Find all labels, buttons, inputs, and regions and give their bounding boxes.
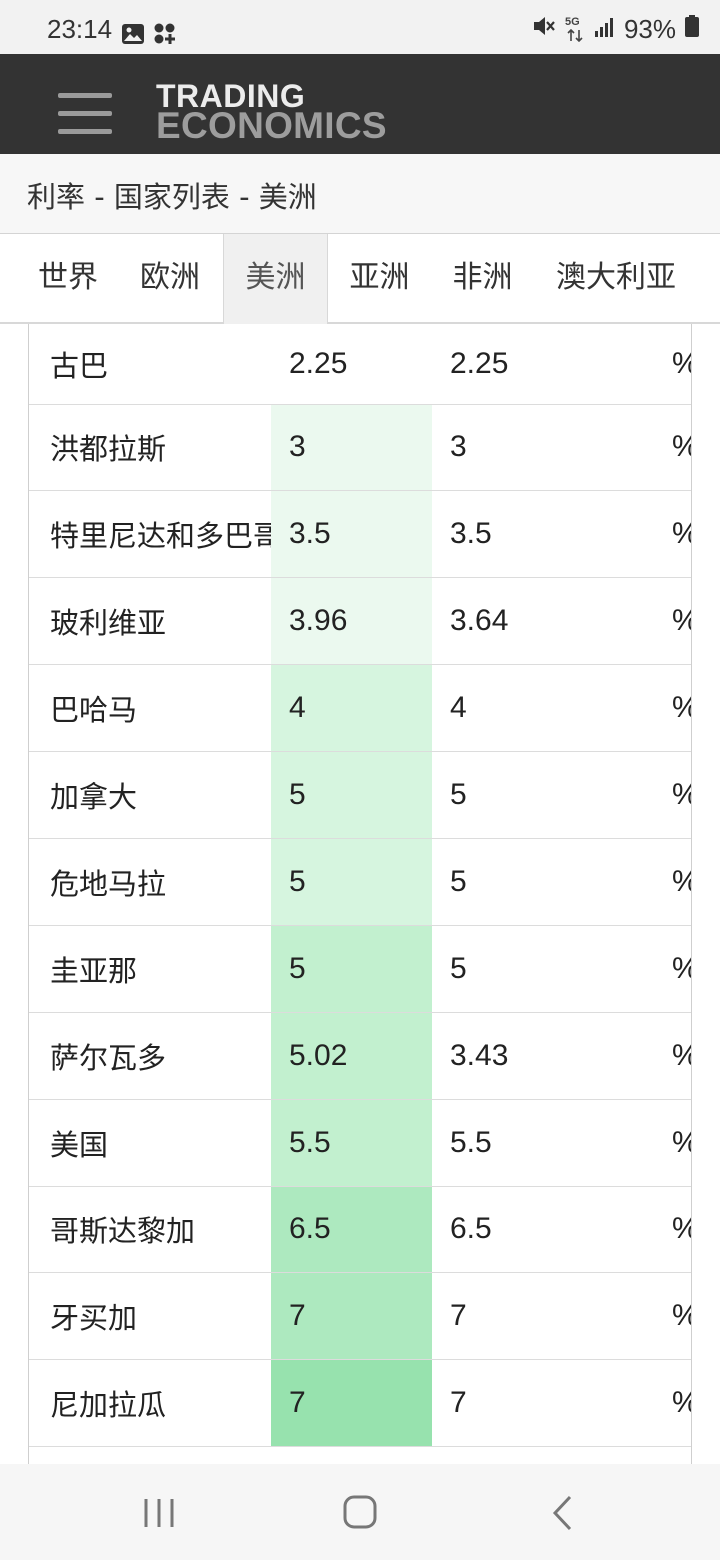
- last-value-cell: 3: [271, 404, 432, 492]
- table-row[interactable]: 哥斯达黎加6.56.5%: [29, 1186, 691, 1274]
- unit-cell: %: [592, 925, 691, 1013]
- table-row[interactable]: 特里尼达和多巴哥3.53.5%: [29, 490, 691, 579]
- logo-line-2: ECONOMICS: [156, 105, 387, 146]
- table-row[interactable]: 牙买加77%: [29, 1272, 691, 1361]
- previous-value-cell: 3: [432, 404, 592, 492]
- battery-level: 93%: [623, 14, 676, 44]
- last-value-cell: 3.5: [271, 490, 432, 579]
- country-cell[interactable]: 危地马拉: [29, 838, 271, 926]
- status-bar: 23:14 5G 93%: [0, 0, 720, 54]
- status-time: 23:14: [47, 14, 113, 44]
- mute-icon: [532, 14, 556, 45]
- previous-value-cell: 3.5: [432, 490, 592, 579]
- last-value-cell: 4: [271, 664, 432, 753]
- tab-world[interactable]: 世界: [20, 234, 116, 324]
- tab-europe[interactable]: 欧洲: [122, 234, 218, 324]
- country-cell[interactable]: 巴哈马: [29, 664, 271, 753]
- tab-americas[interactable]: 美洲: [223, 234, 328, 324]
- app-notification-icon: [153, 22, 177, 50]
- country-cell[interactable]: 哥斯达黎加: [29, 1186, 271, 1274]
- previous-value-cell: 5.5: [432, 1099, 592, 1187]
- table-row[interactable]: 萨尔瓦多5.023.43%: [29, 1012, 691, 1100]
- last-value-cell: 7: [271, 1359, 432, 1448]
- unit-cell: %: [592, 751, 691, 839]
- interest-rate-table: 古巴2.252.25%洪都拉斯33%特里尼达和多巴哥3.53.5%玻利维亚3.9…: [28, 324, 692, 1464]
- unit-cell: %: [592, 490, 691, 579]
- recent-apps-icon[interactable]: [142, 1498, 176, 1532]
- breadcrumb: 利率 - 国家列表 - 美洲: [0, 154, 720, 234]
- site-header: TRADING ECONOMICS: [0, 54, 720, 154]
- system-nav-bar: [0, 1464, 720, 1560]
- previous-value-cell: 2.25: [432, 324, 592, 405]
- country-cell[interactable]: 玻利维亚: [29, 577, 271, 666]
- country-cell[interactable]: 加拿大: [29, 751, 271, 839]
- country-cell[interactable]: 尼加拉瓜: [29, 1359, 271, 1448]
- menu-icon[interactable]: [58, 93, 112, 135]
- table-row[interactable]: 危地马拉55%: [29, 838, 691, 926]
- previous-value-cell: 5: [432, 925, 592, 1013]
- unit-cell: %: [592, 1186, 691, 1274]
- table-row[interactable]: 加拿大55%: [29, 751, 691, 839]
- trading-economics-logo[interactable]: TRADING ECONOMICS: [156, 80, 387, 146]
- last-value-cell: 7: [271, 1272, 432, 1361]
- last-value-cell: 5.02: [271, 1012, 432, 1100]
- last-value-cell: 5.5: [271, 1099, 432, 1187]
- previous-value-cell: 5: [432, 838, 592, 926]
- table-row[interactable]: 洪都拉斯33%: [29, 404, 691, 492]
- previous-value-cell: 6.5: [432, 1186, 592, 1274]
- battery-icon: [684, 14, 700, 45]
- gallery-icon: [121, 23, 145, 49]
- last-value-cell: 6.5: [271, 1186, 432, 1274]
- last-value-cell: 5: [271, 751, 432, 839]
- tab-africa[interactable]: 非洲: [436, 234, 529, 324]
- unit-cell: %: [592, 1012, 691, 1100]
- country-cell[interactable]: 萨尔瓦多: [29, 1012, 271, 1100]
- previous-value-cell: 4: [432, 664, 592, 753]
- previous-value-cell: 3.43: [432, 1012, 592, 1100]
- page-title: 利率 - 国家列表 - 美洲: [27, 180, 317, 214]
- previous-value-cell: 7: [432, 1359, 592, 1448]
- country-cell[interactable]: 古巴: [29, 324, 271, 405]
- table-row[interactable]: 古巴2.252.25%: [29, 324, 691, 405]
- unit-cell: %: [592, 664, 691, 753]
- table-row[interactable]: 尼加拉瓜77%: [29, 1359, 691, 1448]
- home-icon[interactable]: [343, 1495, 377, 1533]
- previous-value-cell: 5: [432, 751, 592, 839]
- last-value-cell: 2.25: [271, 324, 432, 405]
- back-icon[interactable]: [551, 1495, 573, 1535]
- previous-value-cell: 7: [432, 1272, 592, 1361]
- last-value-cell: 3.96: [271, 577, 432, 666]
- signal-icon: [594, 14, 616, 45]
- network-5g-icon: 5G: [564, 16, 586, 44]
- status-right: 5G 93%: [532, 14, 700, 45]
- tab-australia[interactable]: 澳大利亚: [548, 234, 684, 324]
- unit-cell: %: [592, 838, 691, 926]
- table-body: 古巴2.252.25%洪都拉斯33%特里尼达和多巴哥3.53.5%玻利维亚3.9…: [29, 324, 691, 1448]
- region-tabs: 世界 欧洲 美洲 亚洲 非洲 澳大利亚: [0, 234, 720, 324]
- country-cell[interactable]: 牙买加: [29, 1272, 271, 1361]
- unit-cell: %: [592, 1099, 691, 1187]
- country-cell[interactable]: 圭亚那: [29, 925, 271, 1013]
- tab-asia[interactable]: 亚洲: [333, 234, 426, 324]
- table-row[interactable]: 巴哈马44%: [29, 664, 691, 753]
- unit-cell: %: [592, 577, 691, 666]
- table-row[interactable]: 圭亚那55%: [29, 925, 691, 1013]
- table-row[interactable]: 美国5.55.5%: [29, 1099, 691, 1187]
- unit-cell: %: [592, 324, 691, 405]
- unit-cell: %: [592, 1272, 691, 1361]
- previous-value-cell: 3.64: [432, 577, 592, 666]
- unit-cell: %: [592, 1359, 691, 1448]
- table-row[interactable]: 玻利维亚3.963.64%: [29, 577, 691, 666]
- last-value-cell: 5: [271, 925, 432, 1013]
- unit-cell: %: [592, 404, 691, 492]
- last-value-cell: 5: [271, 838, 432, 926]
- network-label: 5G: [564, 15, 580, 28]
- country-cell[interactable]: 特里尼达和多巴哥: [29, 490, 271, 579]
- country-cell[interactable]: 洪都拉斯: [29, 404, 271, 492]
- country-cell[interactable]: 美国: [29, 1099, 271, 1187]
